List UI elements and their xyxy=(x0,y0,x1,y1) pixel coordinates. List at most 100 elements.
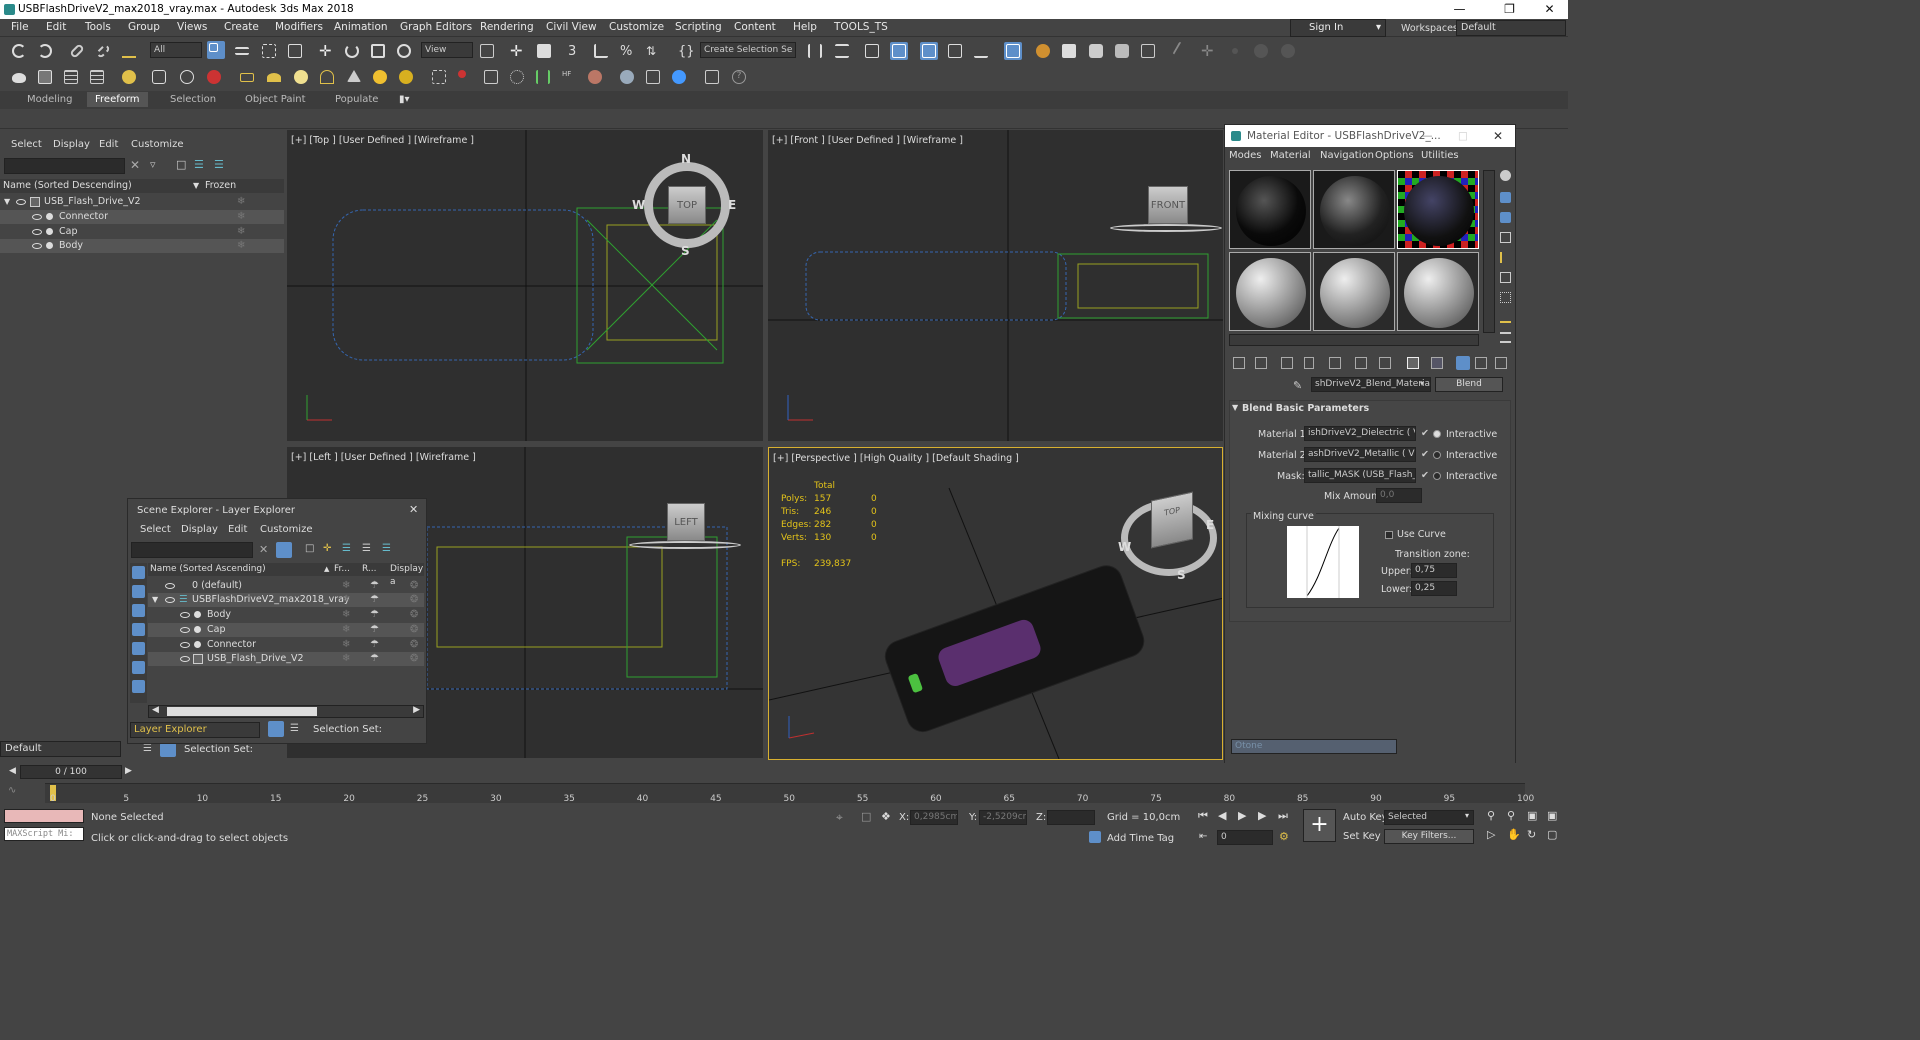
display-icon[interactable]: ❂ xyxy=(410,579,418,593)
vray-grass-icon[interactable] xyxy=(534,68,552,86)
scene-menu-select[interactable]: Select xyxy=(11,139,42,150)
freeze-icon[interactable]: ❄ xyxy=(342,623,350,637)
lock-icon[interactable]: □ xyxy=(176,158,186,171)
material-slot-4[interactable] xyxy=(1229,252,1311,331)
make-unique-icon[interactable] xyxy=(1329,357,1341,369)
layer-toggle-icon[interactable]: ☰ xyxy=(214,158,224,171)
display-lights-icon[interactable] xyxy=(132,604,145,617)
display-icon[interactable]: ❂ xyxy=(410,652,418,666)
vray-proxy-icon[interactable] xyxy=(430,68,448,86)
vray-lightmtl-icon[interactable] xyxy=(508,68,526,86)
material-slot-5[interactable] xyxy=(1313,252,1395,331)
vray-material-ball-icon[interactable] xyxy=(618,68,636,86)
viewcube[interactable]: FRONT xyxy=(1148,186,1188,224)
video-color-check-icon[interactable] xyxy=(1500,252,1511,263)
display-icon[interactable]: ❂ xyxy=(410,638,418,652)
sample-uv-tiling-icon[interactable] xyxy=(1500,232,1511,243)
hierarchy-icon[interactable]: ☰ xyxy=(362,543,371,554)
layers-icon[interactable]: ☰ xyxy=(342,543,351,554)
teapot-icon[interactable] xyxy=(10,68,28,86)
layer-row-usb-flash-drive[interactable]: USB_Flash_Drive_V2 ❄ ☂ ❂ xyxy=(148,652,424,666)
freeze-icon[interactable]: ❄ xyxy=(342,608,350,622)
selection-filter-dropdown[interactable]: All xyxy=(150,42,202,58)
mask-interactive-radio[interactable] xyxy=(1433,472,1441,480)
current-frame-field[interactable]: 0 xyxy=(1217,830,1273,845)
upper-spinner[interactable]: 0,75 xyxy=(1411,563,1457,578)
material1-check[interactable]: ✔ xyxy=(1421,428,1429,439)
collapse-arrow-icon[interactable]: ▼ xyxy=(152,593,158,607)
add-icon[interactable]: ✛ xyxy=(1199,42,1217,60)
material-id-icon[interactable] xyxy=(1379,357,1391,369)
vray-dome-light-icon[interactable] xyxy=(265,68,283,86)
selection-lock-icon[interactable]: □ xyxy=(861,810,871,823)
eye-icon[interactable] xyxy=(16,199,26,205)
layer-search-input[interactable] xyxy=(131,542,253,558)
freeze-icon[interactable]: ❄ xyxy=(342,638,350,652)
ribbon-options-icon[interactable]: ▮▾ xyxy=(399,94,410,105)
layer-row-cap[interactable]: Cap ❄ ☂ ❂ xyxy=(148,623,424,637)
undo-icon[interactable] xyxy=(10,42,28,60)
vray-fur-icon[interactable] xyxy=(456,68,474,86)
viewcube-ring[interactable] xyxy=(629,541,741,549)
eye-icon[interactable] xyxy=(32,214,42,220)
column-name[interactable]: Name (Sorted Descending) xyxy=(3,179,132,193)
material-slot-2[interactable] xyxy=(1313,170,1395,249)
previous-frame-icon[interactable]: ◀ xyxy=(1218,809,1226,822)
menu-group[interactable]: Group xyxy=(128,21,160,33)
display-icon[interactable]: ❂ xyxy=(410,623,418,637)
display-icon[interactable]: ❂ xyxy=(410,593,418,607)
material-bottom-field[interactable]: Otone xyxy=(1231,739,1397,754)
new-layer-icon[interactable]: ✛ xyxy=(323,543,331,554)
tab-object-paint[interactable]: Object Paint xyxy=(245,94,306,105)
backlight-icon[interactable] xyxy=(1500,192,1511,203)
close-icon[interactable]: ✕ xyxy=(409,503,418,516)
material1-button[interactable]: ishDriveV2_Dielectric ( VRa xyxy=(1304,426,1416,441)
keyboard-shortcut-icon[interactable] xyxy=(535,42,553,60)
freeze-icon[interactable]: ❄ xyxy=(342,593,350,607)
menu-animation[interactable]: Animation xyxy=(334,21,388,33)
key-filters-button[interactable]: Key Filters... xyxy=(1384,829,1474,844)
tab-populate[interactable]: Populate xyxy=(335,94,378,105)
freeze-icon[interactable]: ❄ xyxy=(342,579,350,593)
freeze-icon[interactable]: ❄ xyxy=(237,225,245,239)
vray-ies-icon[interactable] xyxy=(318,68,336,86)
material2-interactive-radio[interactable] xyxy=(1433,451,1441,459)
vray-cone-icon[interactable] xyxy=(345,68,363,86)
vray-ambient-light-icon[interactable] xyxy=(397,68,415,86)
layer-row-default[interactable]: 0 (default) ❄ ☂ ❂ xyxy=(148,579,424,593)
pan-icon[interactable]: ✋ xyxy=(1507,828,1521,841)
menu-content[interactable]: Content xyxy=(734,21,776,33)
light-lister-icon[interactable] xyxy=(120,68,138,86)
reference-coordinate-dropdown[interactable]: View xyxy=(421,42,473,58)
next-frame-icon[interactable]: ▶ xyxy=(1258,809,1266,822)
render-teapot-icon[interactable]: ☂ xyxy=(370,593,379,607)
selection-set-icon[interactable] xyxy=(160,743,176,757)
minimize-icon[interactable]: — xyxy=(1437,0,1482,19)
freeze-icon[interactable]: ❄ xyxy=(237,239,245,253)
menu-edit[interactable]: Edit xyxy=(46,21,66,33)
key-mode-icon[interactable]: ⇤ xyxy=(1199,831,1207,842)
viewport-front[interactable]: [+] [Front ] [User Defined ] [Wireframe … xyxy=(768,130,1223,441)
explorer-type-dropdown[interactable]: Layer Explorer xyxy=(130,722,260,738)
hierarchy-icon[interactable]: ☰ xyxy=(290,723,299,734)
show-map-icon[interactable] xyxy=(1407,357,1419,369)
toggle-layer-explorer-icon[interactable] xyxy=(890,42,908,60)
material-slot-3[interactable] xyxy=(1397,170,1479,249)
render-teapot-icon[interactable]: ☂ xyxy=(370,652,379,666)
column-frozen[interactable]: Frozen xyxy=(205,179,236,193)
column-frozen[interactable]: Fr... xyxy=(334,563,350,576)
menu-file[interactable]: File xyxy=(11,21,29,33)
rollout-collapse-icon[interactable]: ▼ xyxy=(1232,403,1238,412)
z-coordinate-field[interactable] xyxy=(1047,810,1095,825)
layer-dropdown[interactable]: Default xyxy=(0,741,121,757)
table-icon[interactable] xyxy=(88,68,106,86)
layers-icon[interactable]: ☰ xyxy=(143,743,152,754)
go-forward-sibling-icon[interactable] xyxy=(1495,357,1507,369)
layer-row-usbflashdrive[interactable]: ▼ ☰ USBFlashDriveV2_max2018_vray ❄ ☂ ❂ xyxy=(148,593,424,607)
display-geometry-icon[interactable] xyxy=(132,566,145,579)
time-tag-icon[interactable] xyxy=(1089,831,1101,843)
minimize-icon[interactable]: — xyxy=(1422,125,1433,147)
render-setup-icon[interactable] xyxy=(1034,42,1052,60)
percent-snap-icon[interactable]: % xyxy=(618,42,636,60)
use-curve-checkbox[interactable] xyxy=(1385,531,1393,539)
